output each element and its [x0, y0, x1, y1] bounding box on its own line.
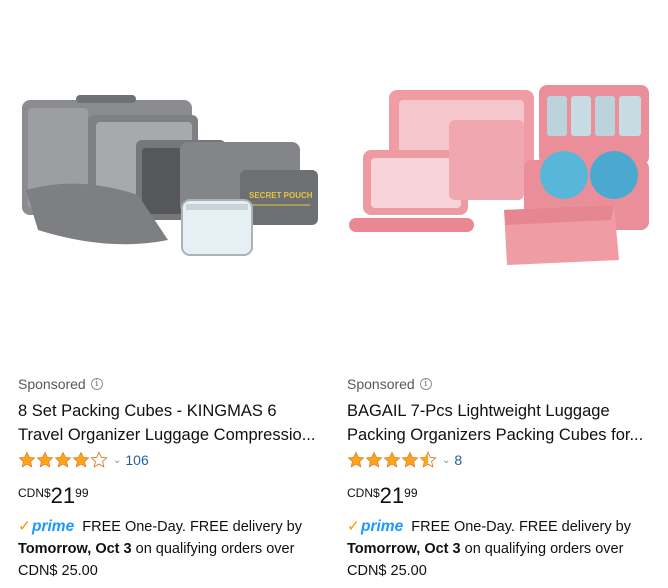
title-line-1: BAGAIL 7-Pcs Lightweight Luggage — [347, 402, 610, 420]
price-currency: CDN$ — [18, 486, 51, 500]
info-icon[interactable]: i — [419, 378, 432, 390]
product-image-pink-packing-cubes[interactable] — [349, 80, 655, 280]
info-icon[interactable]: i — [90, 378, 103, 390]
price-whole: 21 — [379, 483, 405, 508]
prime-badge: ✓ prime — [347, 516, 403, 538]
star-full-icon — [365, 451, 383, 468]
sponsored-label: Sponsored i — [18, 376, 103, 392]
delivery-threshold: CDN$ 25.00 — [18, 563, 98, 579]
star-full-icon — [36, 451, 54, 468]
price[interactable]: CDN$ 21 99 — [347, 483, 418, 509]
delivery-line-1: FREE One-Day. FREE delivery by — [411, 519, 631, 535]
title-line-2: Travel Organizer Luggage Compressio... — [18, 426, 316, 444]
delivery-line-2: on qualifying orders over — [464, 541, 624, 557]
title-line-1: 8 Set Packing Cubes - KINGMAS 6 — [18, 402, 277, 420]
title-line-2: Packing Organizers Packing Cubes for... — [347, 426, 644, 444]
product-card-kingmas[interactable]: SECRET POUCH Sponsored i 8 Set Packing C… — [18, 0, 338, 588]
star-half-icon — [419, 451, 437, 468]
prime-badge: ✓ prime — [18, 516, 74, 538]
star-rating[interactable] — [18, 451, 108, 469]
delivery-threshold: CDN$ 25.00 — [347, 563, 427, 579]
delivery-line-2: on qualifying orders over — [135, 541, 295, 557]
sponsored-text: Sponsored — [347, 376, 415, 392]
sponsored-label: Sponsored i — [347, 376, 432, 392]
star-full-icon — [383, 451, 401, 468]
star-full-icon — [401, 451, 419, 468]
review-count-link[interactable]: 8 — [454, 452, 462, 468]
star-rating[interactable] — [347, 451, 437, 469]
rating-row[interactable]: ⌄ 106 — [18, 451, 149, 469]
prime-label: prime — [361, 518, 404, 535]
star-full-icon — [72, 451, 90, 468]
delivery-info: ✓ prime FREE One-Day. FREE delivery by To… — [347, 516, 667, 582]
delivery-line-1: FREE One-Day. FREE delivery by — [82, 519, 302, 535]
product-title-link[interactable]: 8 Set Packing Cubes - KINGMAS 6 Travel O… — [18, 399, 338, 447]
secret-pouch-label: SECRET POUCH — [249, 191, 313, 200]
rating-row[interactable]: ⌄ 8 — [347, 451, 462, 469]
price-fraction: 99 — [75, 486, 89, 500]
delivery-info: ✓ prime FREE One-Day. FREE delivery by To… — [18, 516, 338, 582]
product-card-bagail[interactable]: Sponsored i BAGAIL 7-Pcs Lightweight Lug… — [347, 0, 667, 588]
chevron-down-icon[interactable]: ⌄ — [442, 455, 450, 466]
price-fraction: 99 — [404, 486, 418, 500]
product-image-gray-packing-cubes[interactable]: SECRET POUCH — [18, 80, 322, 280]
delivery-date: Tomorrow, Oct 3 — [347, 541, 461, 557]
star-full-icon — [18, 451, 36, 468]
price-whole: 21 — [50, 483, 76, 508]
prime-check-icon: ✓ — [18, 518, 31, 535]
star-full-icon — [347, 451, 365, 468]
star-empty-icon — [90, 451, 108, 468]
chevron-down-icon[interactable]: ⌄ — [113, 455, 121, 466]
review-count-link[interactable]: 106 — [125, 452, 148, 468]
star-full-icon — [54, 451, 72, 468]
delivery-date: Tomorrow, Oct 3 — [18, 541, 132, 557]
price-currency: CDN$ — [347, 486, 380, 500]
prime-label: prime — [32, 518, 75, 535]
product-title-link[interactable]: BAGAIL 7-Pcs Lightweight Luggage Packing… — [347, 399, 667, 447]
price[interactable]: CDN$ 21 99 — [18, 483, 89, 509]
sponsored-text: Sponsored — [18, 376, 86, 392]
prime-check-icon: ✓ — [347, 518, 360, 535]
